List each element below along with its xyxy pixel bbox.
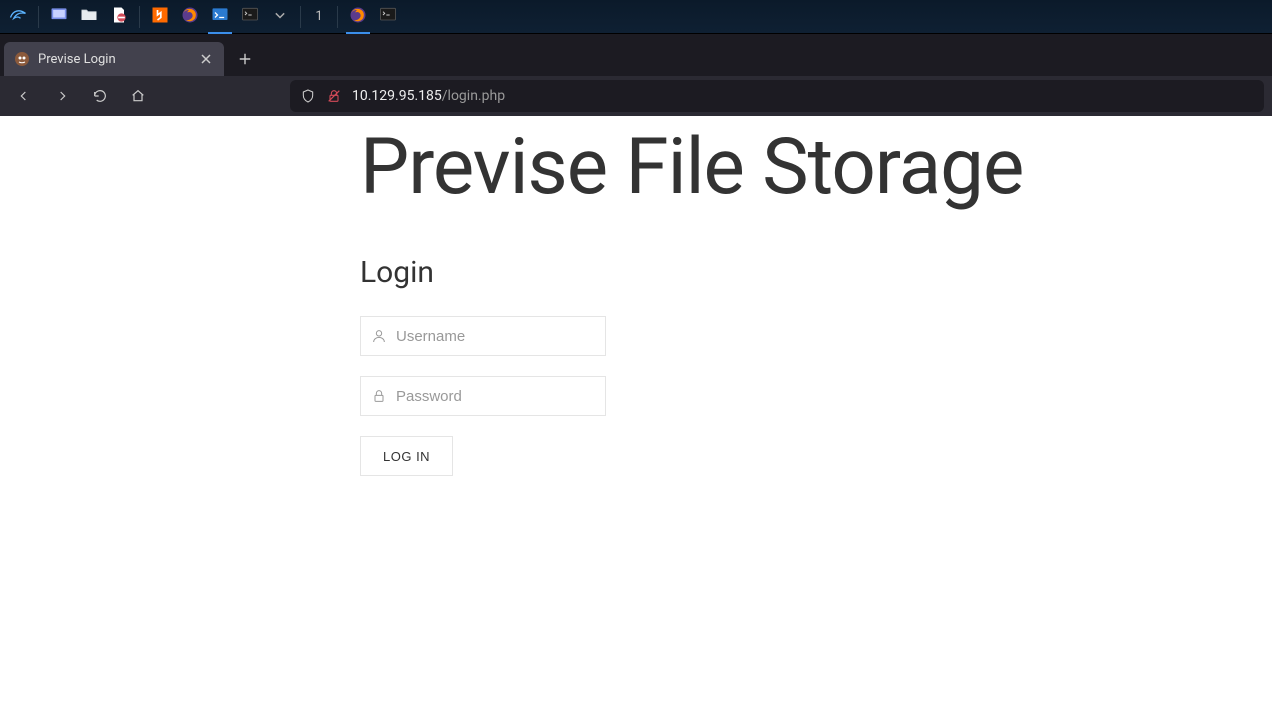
chevron-down-icon[interactable] (266, 3, 294, 31)
browser-toolbar: 10.129.95.185/login.php (0, 76, 1272, 116)
login-button[interactable]: LOG IN (360, 436, 453, 476)
running-firefox-icon[interactable] (344, 3, 372, 31)
new-tab-button[interactable] (230, 44, 260, 74)
desktop-icon[interactable] (45, 3, 73, 31)
running-terminal-icon[interactable] (374, 3, 402, 31)
page-subtitle: Login (360, 255, 1272, 290)
tab-favicon-icon (14, 51, 30, 67)
tab-title: Previse Login (38, 52, 190, 67)
terminal-blue-icon[interactable] (206, 3, 234, 31)
tracking-shield-icon[interactable] (300, 88, 316, 104)
back-button[interactable] (8, 80, 40, 112)
home-button[interactable] (122, 80, 154, 112)
login-form: LOG IN (360, 316, 606, 476)
page-title: Previse File Storage (360, 122, 1272, 213)
browser-tabstrip: Previse Login (0, 34, 1272, 76)
terminal-dark-icon[interactable] (236, 3, 264, 31)
browser-tab[interactable]: Previse Login (4, 42, 224, 76)
password-field-wrapper (360, 376, 606, 416)
taskbar-separator (300, 6, 301, 28)
lock-icon (361, 388, 396, 404)
firefox-taskbar-icon[interactable] (176, 3, 204, 31)
burp-icon[interactable] (146, 3, 174, 31)
url-bar[interactable]: 10.129.95.185/login.php (290, 80, 1264, 112)
taskbar-separator (38, 6, 39, 28)
kali-menu-icon[interactable] (4, 3, 32, 31)
url-domain: 10.129.95.185 (352, 88, 442, 104)
os-taskbar: 1 (0, 0, 1272, 34)
text-editor-icon[interactable] (105, 3, 133, 31)
workspace-indicator[interactable]: 1 (307, 9, 331, 24)
file-manager-icon[interactable] (75, 3, 103, 31)
taskbar-separator (337, 6, 338, 28)
insecure-lock-icon[interactable] (326, 88, 342, 104)
tab-close-icon[interactable] (198, 51, 214, 67)
page-viewport: Previse File Storage Login LOG IN (0, 116, 1272, 715)
url-text: 10.129.95.185/login.php (352, 88, 505, 104)
username-input[interactable] (396, 317, 605, 355)
url-path: /login.php (442, 88, 505, 104)
forward-button[interactable] (46, 80, 78, 112)
password-input[interactable] (396, 377, 605, 415)
user-icon (361, 328, 396, 344)
reload-button[interactable] (84, 80, 116, 112)
taskbar-separator (139, 6, 140, 28)
username-field-wrapper (360, 316, 606, 356)
